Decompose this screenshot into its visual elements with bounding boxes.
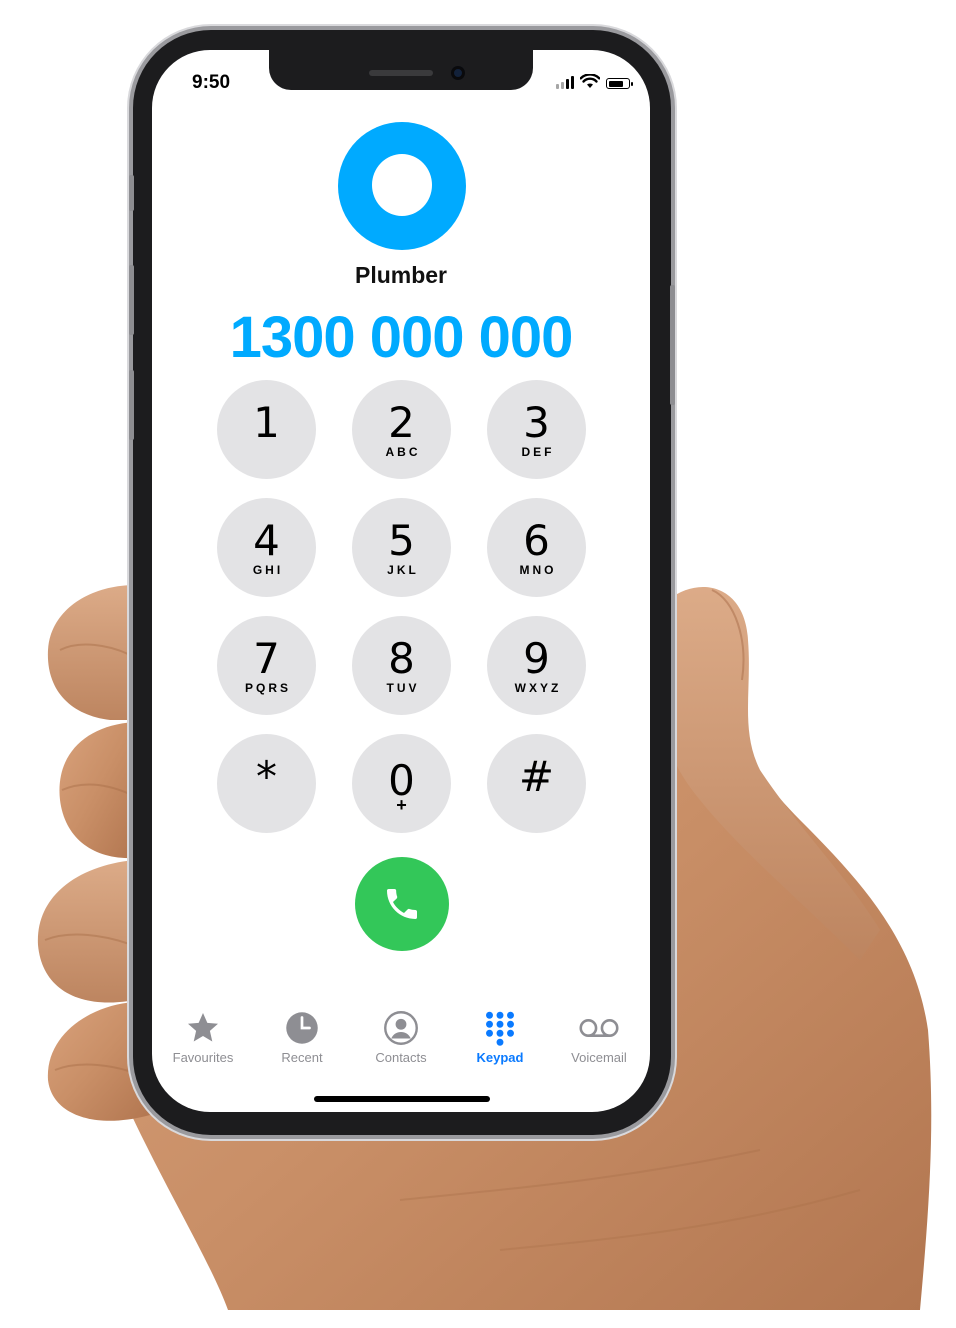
key-letters: JKL bbox=[387, 562, 419, 577]
key-letters: PQRS bbox=[244, 680, 291, 695]
clock-icon bbox=[286, 1012, 318, 1044]
key-digit: 9 bbox=[523, 633, 550, 683]
volume-up-button bbox=[129, 265, 134, 335]
key-letters: ABC bbox=[385, 444, 421, 459]
keypad-grid-icon bbox=[486, 1011, 514, 1046]
home-indicator[interactable] bbox=[314, 1096, 490, 1102]
key-9[interactable]: 9 WXYZ bbox=[487, 616, 586, 715]
key-5[interactable]: 5 JKL bbox=[352, 498, 451, 597]
key-letters: TUV bbox=[386, 680, 420, 695]
key-letters: WXYZ bbox=[514, 680, 562, 695]
key-digit: 5 bbox=[388, 515, 415, 565]
key-letters: DEF bbox=[521, 444, 555, 459]
tab-recent[interactable]: Recent bbox=[252, 1008, 352, 1065]
key-digit: 3 bbox=[523, 397, 550, 447]
key-3[interactable]: 3 DEF bbox=[487, 380, 586, 479]
key-digit: 4 bbox=[253, 515, 280, 565]
dialed-number: 1300 000 000 bbox=[229, 305, 574, 370]
cellular-signal-icon bbox=[556, 75, 574, 89]
power-button bbox=[670, 285, 675, 405]
key-6[interactable]: 6 MNO bbox=[487, 498, 586, 597]
key-letters bbox=[265, 445, 268, 459]
call-button[interactable] bbox=[355, 857, 449, 951]
status-icons bbox=[556, 74, 633, 89]
key-2[interactable]: 2 ABC bbox=[352, 380, 451, 479]
status-time: 9:50 bbox=[192, 72, 231, 93]
key-letters: GHI bbox=[252, 562, 284, 577]
key-letters: + bbox=[396, 794, 407, 815]
contact-logo-icon bbox=[338, 122, 466, 250]
speaker-grille bbox=[369, 70, 433, 76]
key-star[interactable]: * bbox=[217, 734, 316, 833]
tab-label: Recent bbox=[281, 1050, 323, 1065]
tab-keypad[interactable]: Keypad bbox=[450, 1008, 550, 1065]
key-digit: 1 bbox=[253, 397, 280, 447]
phone-icon bbox=[387, 889, 417, 919]
key-digit: * bbox=[256, 751, 277, 801]
key-0[interactable]: 0 + bbox=[352, 734, 451, 833]
key-digit: 7 bbox=[253, 633, 280, 683]
key-digit: 6 bbox=[523, 515, 550, 565]
tab-label: Favourites bbox=[172, 1050, 234, 1065]
tab-contacts[interactable]: Contacts bbox=[351, 1008, 451, 1065]
key-letters: MNO bbox=[519, 562, 557, 577]
key-digit: 8 bbox=[388, 633, 415, 683]
key-digit: # bbox=[518, 751, 555, 801]
keypad: 1 2 ABC 3 DEF 4 GHI 5 JKL 6 MNO 7 PQRS 8 bbox=[217, 380, 587, 834]
tab-label: Contacts bbox=[375, 1050, 427, 1065]
key-7[interactable]: 7 PQRS bbox=[217, 616, 316, 715]
wifi-icon bbox=[580, 74, 600, 88]
key-8[interactable]: 8 TUV bbox=[352, 616, 451, 715]
phone-screen: 9:50 Plumber 1300 000 000 1 2 ABC 3 DEF bbox=[152, 50, 650, 1112]
key-1[interactable]: 1 bbox=[217, 380, 316, 479]
contact-name: Plumber bbox=[354, 262, 448, 288]
tab-voicemail[interactable]: Voicemail bbox=[549, 1008, 649, 1065]
key-letters bbox=[535, 799, 538, 813]
notch bbox=[269, 50, 533, 90]
volume-down-button bbox=[129, 370, 134, 440]
key-4[interactable]: 4 GHI bbox=[217, 498, 316, 597]
star-icon bbox=[188, 1013, 218, 1042]
tab-label: Voicemail bbox=[571, 1050, 627, 1065]
person-circle-icon bbox=[384, 1011, 418, 1045]
tab-favourites[interactable]: Favourites bbox=[153, 1008, 253, 1065]
front-camera-icon bbox=[451, 66, 465, 80]
key-letters bbox=[265, 799, 268, 813]
voicemail-icon bbox=[579, 1019, 619, 1037]
action-button bbox=[129, 175, 134, 211]
key-hash[interactable]: # bbox=[487, 734, 586, 833]
key-digit: 2 bbox=[388, 397, 415, 447]
battery-icon bbox=[606, 78, 633, 89]
tab-label: Keypad bbox=[476, 1050, 524, 1065]
tab-bar: Favourites Recent Contacts Keypad Voicem… bbox=[152, 1008, 650, 1078]
